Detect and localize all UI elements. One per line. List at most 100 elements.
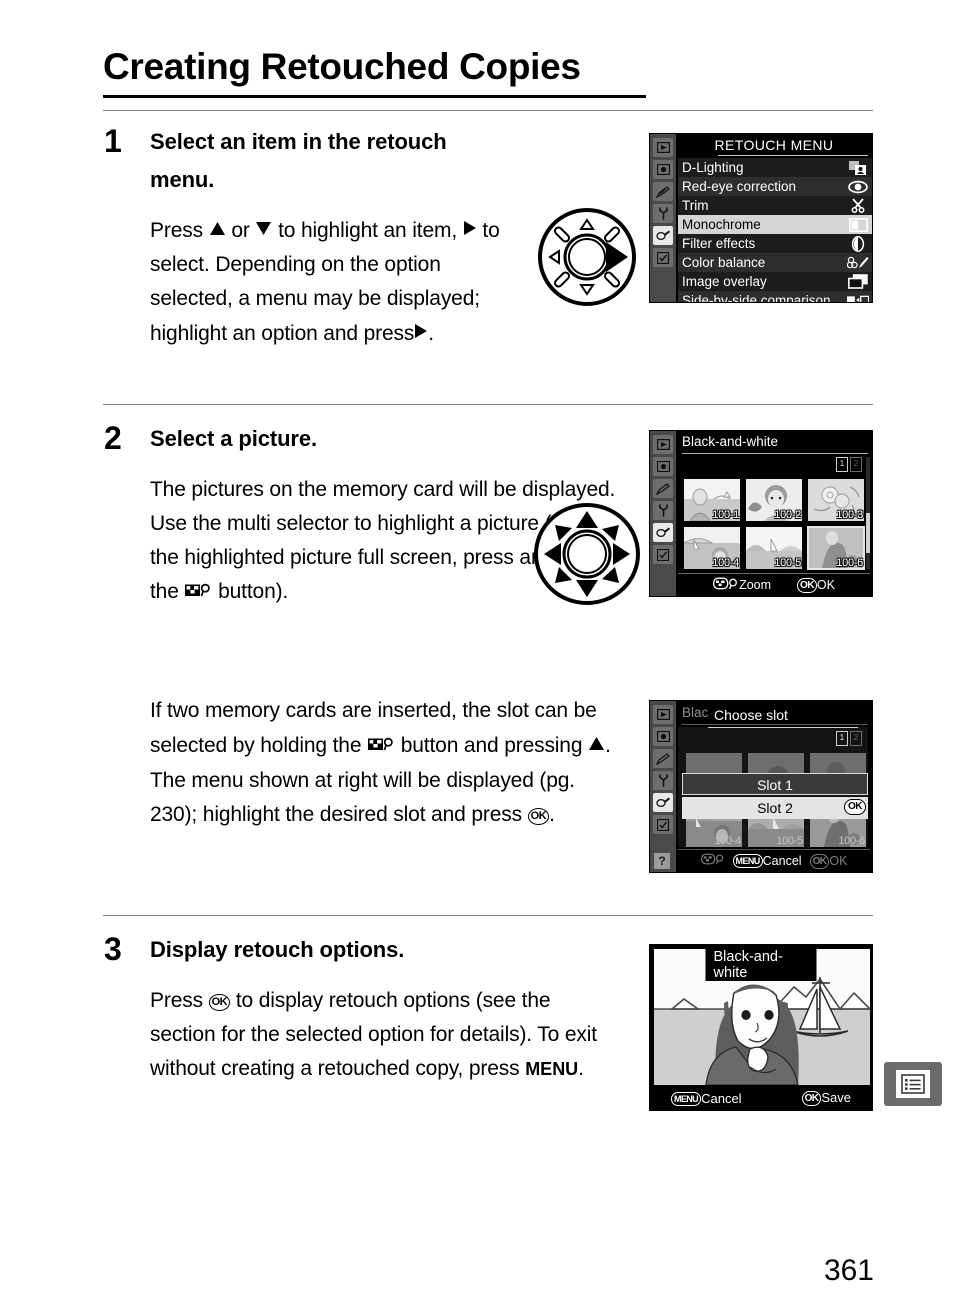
menu-item-monochrome[interactable]: Monochrome: [678, 215, 872, 234]
zoom-hint[interactable]: Zoom: [713, 577, 771, 594]
recent-settings-icon-3: [653, 815, 673, 834]
ok-badge-dim: OK: [809, 853, 830, 869]
step-1-heading: Select an item in the retouch menu.: [150, 129, 447, 192]
side-tab-marker: [884, 1062, 942, 1106]
lcd-sidebar-2: [650, 431, 676, 596]
section-divider-2: [103, 404, 873, 405]
preview-save-hint[interactable]: OK Save: [801, 1090, 851, 1106]
menu-item-label: D-Lighting: [682, 160, 744, 175]
step-1-or: or: [231, 219, 250, 242]
scrollbar[interactable]: [866, 457, 870, 569]
step-3-a: Press: [150, 989, 203, 1012]
thumbnail-100-1[interactable]: 100-1: [684, 479, 740, 521]
menu-badge-2: MENU: [670, 1091, 702, 1106]
playback-icon: [653, 138, 673, 157]
filter-effects-icon: [847, 235, 869, 252]
menu-item-trim[interactable]: Trim: [678, 196, 872, 215]
retouch-menu-title: RETOUCH MENU: [714, 137, 834, 153]
slot-2-ok-badge: OK: [844, 799, 866, 815]
up-triangle-icon-2: [588, 728, 605, 762]
card-slot-indicators-2: 1 2: [836, 731, 862, 746]
lcd-preview: Black-and-white MENU Cancel OK Save: [649, 944, 873, 1111]
cancel-label: Cancel: [762, 854, 802, 868]
title-underline: [103, 95, 646, 98]
setup-wrench-icon: [653, 204, 673, 223]
thumbnail-100-2[interactable]: 100-2: [746, 479, 802, 521]
ok-hint-dim: OK OK: [809, 853, 848, 869]
lcd-retouch-menu: RETOUCH MENU D-Lighting Red-eye correcti…: [649, 133, 873, 303]
step-1-to-highlight: to highlight an item,: [278, 219, 458, 242]
page-number: 361: [823, 1254, 874, 1287]
menu-item-color-balance[interactable]: Color balance: [678, 253, 872, 272]
ok-button-icon: OK: [527, 808, 550, 825]
manual-page: Creating Retouched Copies 1 Select an it…: [0, 0, 954, 1314]
choose-slot-dialog-title: Choose slot: [708, 707, 794, 723]
slot-2-label: Slot 2: [757, 800, 793, 816]
zoom-thumbnail-button-icon-2: [368, 730, 394, 764]
thumbnail-label: 100-4: [712, 557, 739, 569]
bg-thumbnail-label-4: 100-4: [714, 835, 741, 847]
choose-slot-bottom-bar: MENU Cancel OK OK: [676, 850, 872, 872]
section-divider-1: [103, 110, 873, 111]
ok-hint[interactable]: OK OK: [797, 577, 835, 593]
scissors-icon: [847, 197, 869, 214]
menu-item-red-eye-correction[interactable]: Red-eye correction: [678, 177, 872, 196]
menu-list-icon: [901, 1074, 925, 1094]
lcd-choose-slot: Black-and-white 1 2 100-4: [649, 700, 873, 873]
step-1-number: 1: [104, 123, 122, 159]
thumbnail-label: 100-3: [836, 509, 863, 521]
color-balance-icon: [847, 254, 869, 271]
step-2-body-2: If two memory cards are inserted, the sl…: [150, 694, 620, 832]
help-icon[interactable]: ?: [654, 853, 670, 869]
slot-2-option[interactable]: Slot 2 OK: [682, 797, 868, 819]
up-triangle-icon: [209, 213, 226, 247]
slot-1-option[interactable]: Slot 1: [682, 773, 868, 795]
d-lighting-icon: [847, 159, 869, 176]
menu-button-word: MENU: [525, 1059, 579, 1079]
retouch-brush-icon-2: [653, 523, 673, 542]
page-title: Creating Retouched Copies: [103, 46, 581, 87]
right-triangle-icon: [463, 213, 477, 247]
preview-cancel-hint[interactable]: MENU Cancel: [670, 1091, 742, 1106]
zoom-thumbnail-button-icon: [185, 576, 211, 610]
step-2-p1-b: button).: [218, 580, 289, 603]
step-3-body: Press OK to display retouch options (see…: [150, 984, 612, 1086]
ok-label-dim: OK: [829, 853, 848, 868]
menu-item-d-lighting[interactable]: D-Lighting: [678, 158, 872, 177]
slot-1-label: Slot 1: [757, 777, 793, 793]
step-2-number: 2: [104, 420, 122, 456]
menu-badge: MENU: [732, 854, 763, 868]
right-triangle-icon-2: [414, 316, 428, 350]
menu-item-side-by-side-comparison[interactable]: Side-by-side comparison: [678, 291, 872, 302]
thumbnail-100-5[interactable]: 100-5: [746, 527, 802, 569]
choose-slot-dialog-rule: [708, 727, 858, 728]
thumbnail-bottom-bar: Zoom OK OK: [676, 574, 872, 596]
ok-label: OK: [816, 577, 835, 592]
thumbnail-label: 100-6: [836, 557, 863, 569]
menu-item-label: Red-eye correction: [682, 179, 797, 194]
step-2-p2-b: button and pressing: [400, 734, 583, 757]
menu-item-label: Monochrome: [682, 217, 761, 232]
thumbnail-100-4[interactable]: 100-4: [684, 527, 740, 569]
cancel-hint[interactable]: MENU Cancel: [732, 854, 802, 868]
step-3-number: 3: [104, 931, 122, 967]
zoom-thumbnail-icon: [713, 577, 739, 594]
ok-badge-2: OK: [801, 1091, 822, 1106]
thumbnail-100-3[interactable]: 100-3: [808, 479, 864, 521]
down-triangle-icon: [255, 213, 272, 247]
menu-item-image-overlay[interactable]: Image overlay: [678, 272, 872, 291]
step-1-body: Press or to highlight an item, to select…: [150, 213, 522, 351]
step-1-period: .: [428, 322, 434, 345]
choose-slot-background-rule: [682, 724, 868, 725]
thumbnail-100-6[interactable]: 100-6: [807, 526, 865, 570]
red-eye-icon: [847, 178, 869, 195]
menu-item-filter-effects[interactable]: Filter effects: [678, 234, 872, 253]
menu-item-label: Filter effects: [682, 236, 756, 251]
custom-settings-pencil-icon-2: [653, 479, 673, 498]
retouch-menu-title-rule: [718, 155, 868, 156]
scrollbar-thumb[interactable]: [866, 513, 870, 553]
zoom-thumbnail-icon-dim: [700, 853, 725, 869]
thumbnail-label: 100-5: [774, 557, 801, 569]
step-1-press: Press: [150, 219, 203, 242]
bg-thumbnail-label-5: 100-5: [776, 835, 803, 847]
